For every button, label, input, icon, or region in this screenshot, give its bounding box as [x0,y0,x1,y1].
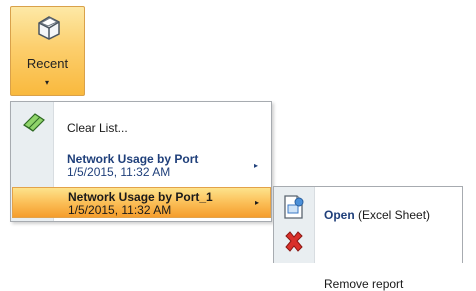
recent-item-date: 1/5/2015, 11:32 AM [67,165,171,179]
open-excel-menu-item[interactable]: Open (Excel Sheet) [274,191,462,223]
recent-item-network-usage-by-port[interactable]: Network Usage by Port 1/5/2015, 11:32 AM… [11,148,271,184]
chevron-right-icon: ▸ [254,161,259,170]
recent-label: Recent [26,56,69,71]
recent-item-title: Network Usage by Port_1 [68,190,213,204]
recent-item-network-usage-by-port-1[interactable]: Network Usage by Port_1 1/5/2015, 11:32 … [12,187,271,218]
recent-item-date: 1/5/2015, 11:32 AM [68,203,172,217]
clear-list-label: Clear List... [67,121,128,135]
eraser-icon [23,113,45,132]
red-x-icon [285,231,303,252]
open-label: Open (Excel Sheet) [324,208,431,222]
recent-docs-icon [38,16,60,40]
recent-item-title: Network Usage by Port [67,152,199,166]
remove-report-menu-item[interactable]: Remove report [274,227,462,291]
chevron-down-icon: ▾ [45,78,50,87]
recent-dropdown-menu: Clear List... Network Usage by Port 1/5/… [10,101,272,222]
clear-list-menu-item[interactable]: Clear List... [11,102,271,142]
remove-report-label: Remove report [324,277,404,291]
recent-button[interactable]: Recent ▾ [10,6,85,96]
open-document-icon [284,195,304,219]
chevron-right-icon: ▸ [255,198,260,207]
report-submenu: Open (Excel Sheet) Remove report [273,186,463,291]
